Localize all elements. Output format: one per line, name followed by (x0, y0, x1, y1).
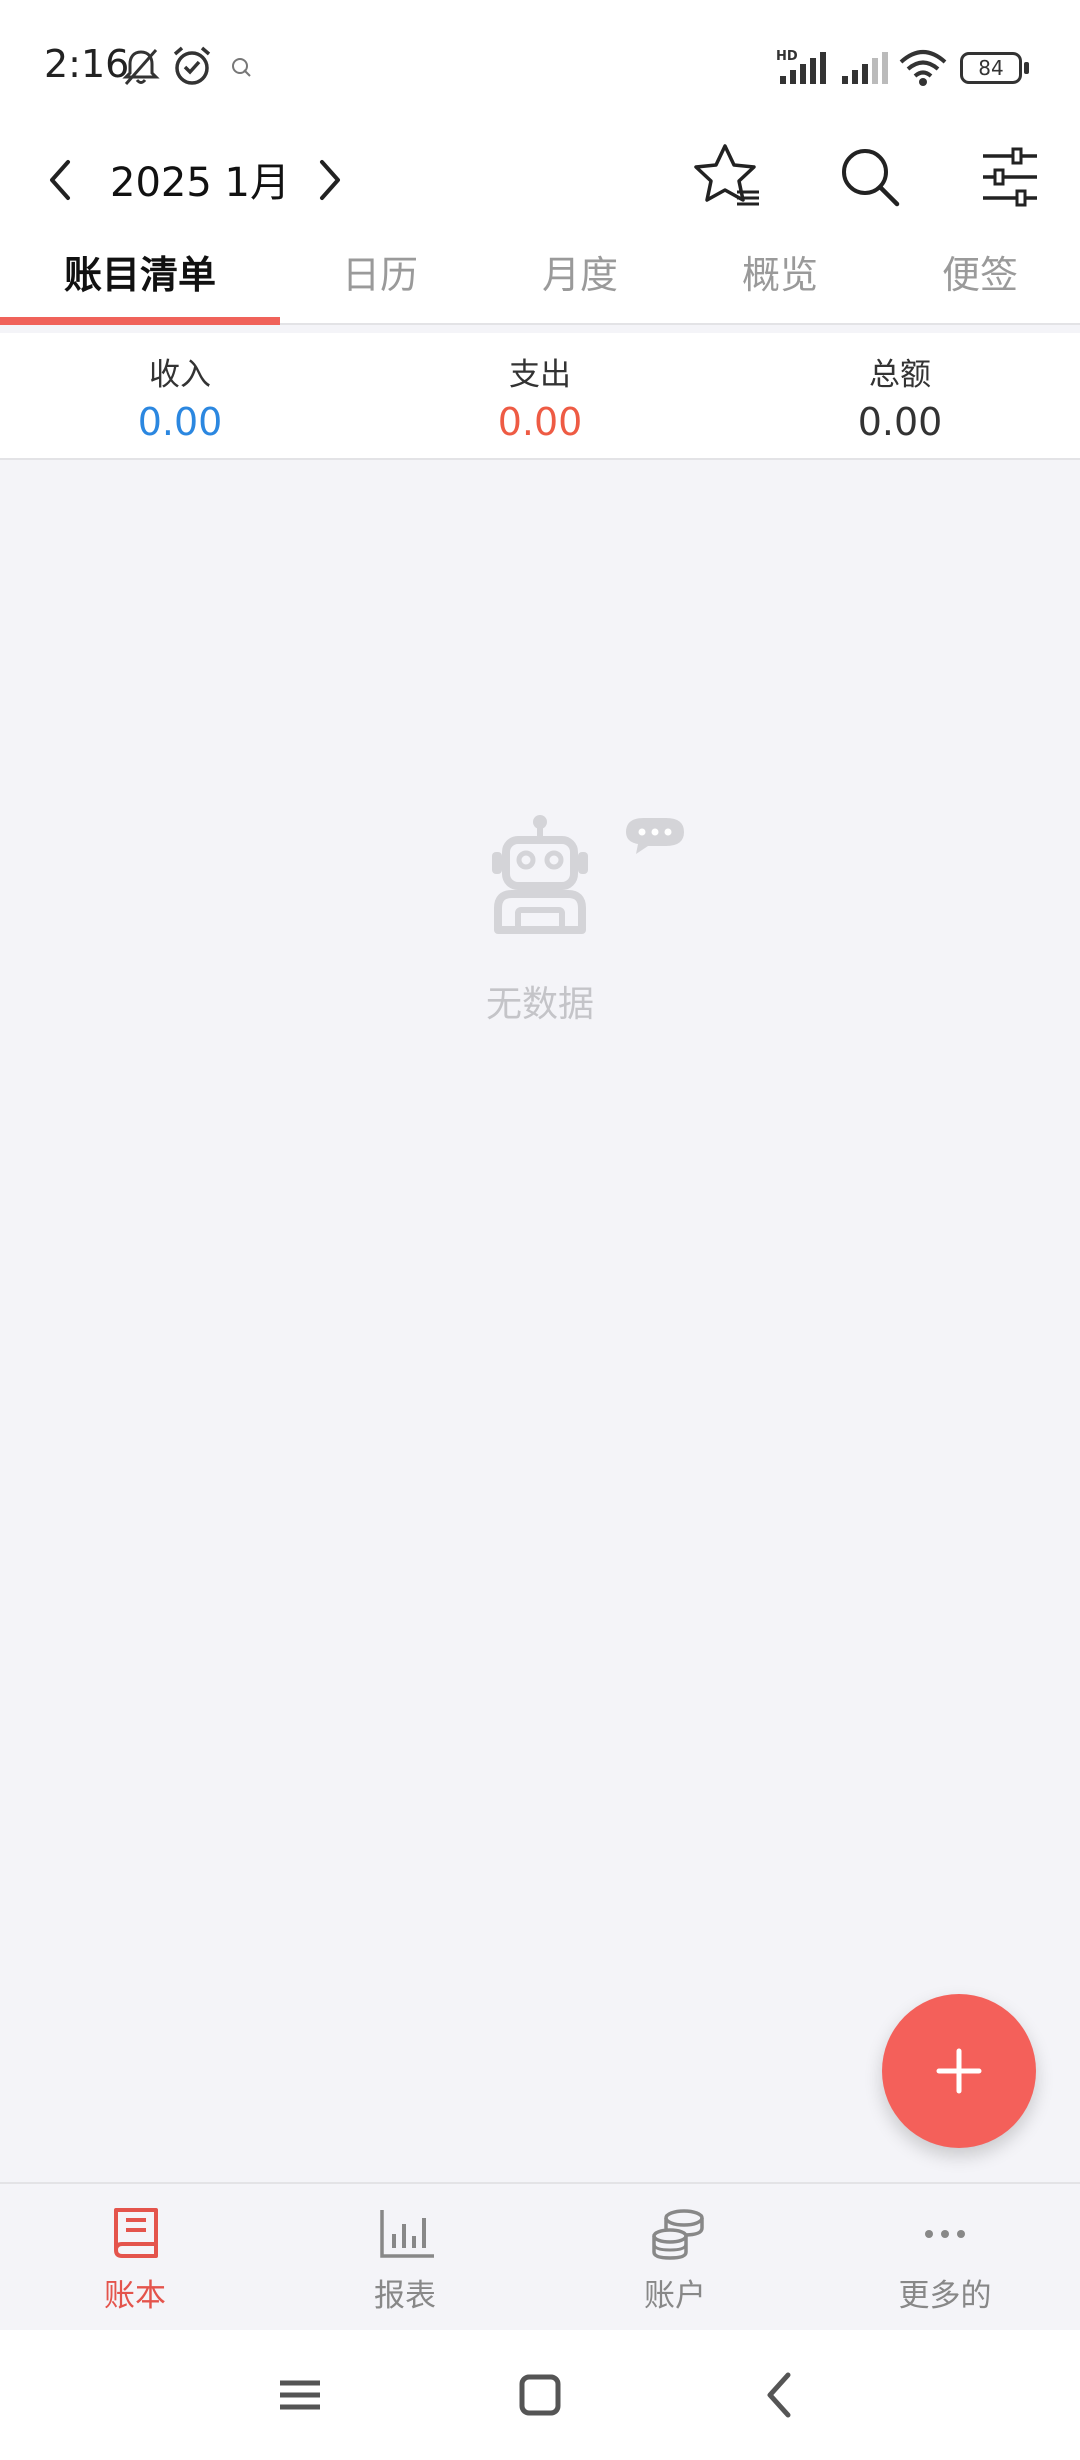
income-summary: 收入 0.00 (0, 333, 360, 444)
previous-month-button[interactable] (30, 140, 90, 220)
hd-signal-icon: HD (776, 49, 826, 84)
nav-more-label: 更多的 (898, 2278, 992, 2314)
app-header: 2025 1月 账目清单 日历 月度 概览 便签 (0, 120, 1080, 325)
nav-ledger[interactable]: 账本 (0, 2184, 270, 2332)
nav-more[interactable]: 更多的 (810, 2184, 1080, 2332)
tab-calendar[interactable]: 日历 (280, 235, 480, 325)
coins-stack-icon (652, 2209, 704, 2260)
total-value: 0.00 (857, 400, 943, 444)
app-screen: 2:16 HD 84 2025 1月 账目清单 日历 月度 概览 便签 收入 0… (0, 0, 1080, 2460)
active-tab-indicator (0, 317, 280, 325)
home-icon[interactable] (500, 2360, 580, 2430)
alarm-icon (173, 46, 211, 85)
nav-ledger-label: 账本 (104, 2278, 166, 2314)
empty-state: 无数据 (0, 460, 1080, 2182)
search-icon[interactable] (825, 132, 915, 222)
tab-entries[interactable]: 账目清单 (0, 235, 280, 325)
status-bar: 2:16 HD 84 (0, 0, 1080, 120)
battery-icon: 84 (960, 52, 1030, 84)
battery-level: 84 (978, 56, 1004, 80)
svg-text:HD: HD (776, 49, 798, 64)
summary-bar: 收入 0.00 支出 0.00 总额 0.00 (0, 333, 1080, 460)
income-label: 收入 (149, 357, 211, 393)
expense-summary: 支出 0.00 (360, 333, 720, 444)
expense-value: 0.00 (497, 400, 583, 444)
next-month-button[interactable] (300, 140, 360, 220)
bar-chart-icon (380, 2210, 434, 2258)
add-entry-button[interactable] (882, 1994, 1036, 2148)
total-summary: 总额 0.00 (720, 333, 1080, 444)
favorites-icon[interactable] (685, 132, 775, 222)
empty-state-text: 无数据 (485, 984, 594, 1025)
income-value: 0.00 (137, 400, 223, 444)
tab-monthly[interactable]: 月度 (480, 235, 680, 325)
nav-reports[interactable]: 报表 (270, 2184, 540, 2332)
robot-icon (492, 815, 684, 934)
bottom-navigation: 账本 报表 账户 更多的 (0, 2182, 1080, 2330)
expense-label: 支出 (509, 357, 571, 393)
more-dots-icon (925, 2230, 965, 2238)
notification-icon (232, 58, 251, 77)
tab-bar: 账目清单 日历 月度 概览 便签 (0, 235, 1080, 325)
back-icon[interactable] (740, 2360, 820, 2430)
menu-icon[interactable] (260, 2360, 340, 2430)
nav-accounts-label: 账户 (644, 2278, 706, 2314)
nav-accounts[interactable]: 账户 (540, 2184, 810, 2332)
ledger-book-icon (114, 2208, 158, 2258)
wifi-icon (899, 50, 947, 86)
nav-reports-label: 报表 (374, 2278, 436, 2314)
status-time: 2:16 (44, 42, 130, 86)
system-navigation-bar (0, 2330, 1080, 2460)
total-label: 总额 (869, 357, 931, 393)
tab-overview[interactable]: 概览 (680, 235, 880, 325)
plus-icon (936, 2048, 982, 2094)
signal-icon (842, 52, 888, 84)
tab-notes[interactable]: 便签 (880, 235, 1080, 325)
period-title[interactable]: 2025 1月 (110, 150, 290, 208)
bell-off-icon (122, 49, 160, 85)
filter-icon[interactable] (965, 132, 1055, 222)
